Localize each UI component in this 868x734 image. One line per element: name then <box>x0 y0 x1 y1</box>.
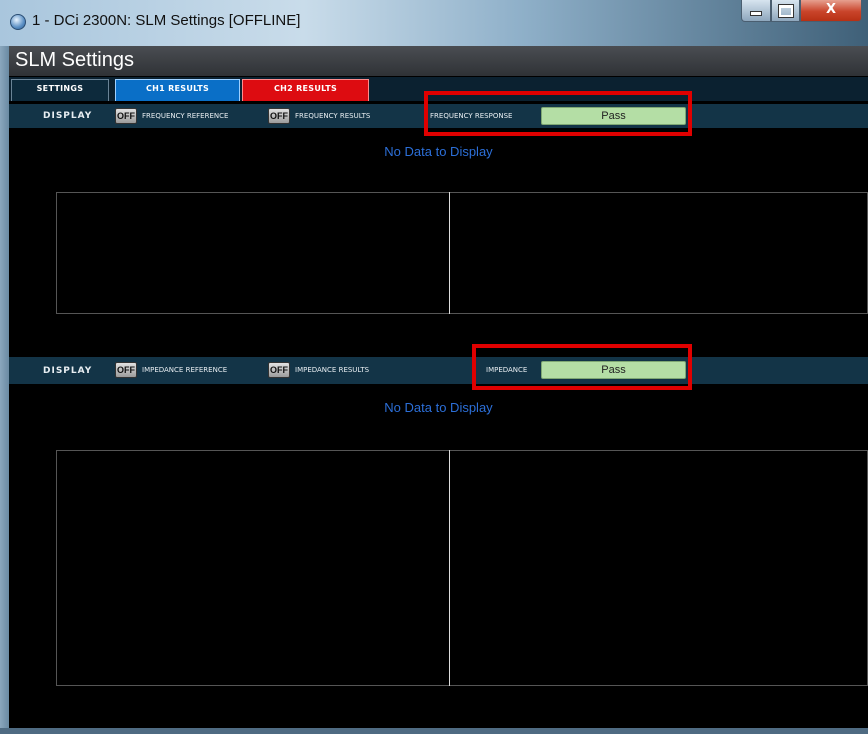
frequency-no-data-message: No Data to Display <box>384 144 493 159</box>
frequency-results-toggle[interactable]: OFF <box>268 108 290 124</box>
frequency-response-highlight <box>424 91 692 136</box>
impedance-highlight <box>472 344 692 390</box>
impedance-results-toggle[interactable]: OFF <box>268 362 290 378</box>
page-title: SLM Settings <box>15 49 134 71</box>
impedance-results-label: IMPEDANCE RESULTS <box>295 366 370 374</box>
title-bar[interactable]: 1 - DCi 2300N: SLM Settings [OFFLINE] X <box>0 0 868 46</box>
display-label: DISPLAY <box>43 111 93 121</box>
frequency-results-label: FREQUENCY RESULTS <box>295 112 371 120</box>
frequency-reference-label: FREQUENCY REFERENCE <box>142 112 229 120</box>
close-button[interactable]: X <box>800 0 862 22</box>
impedance-plot-divider <box>449 450 450 686</box>
display-label: DISPLAY <box>43 366 93 376</box>
app-area: SLM Settings SETTINGS CH1 RESULTS CH2 RE… <box>9 46 868 728</box>
tab-ch2-results[interactable]: CH2 RESULTS <box>242 79 369 101</box>
maximize-button[interactable] <box>771 0 800 22</box>
app-icon[interactable] <box>10 14 26 30</box>
impedance-no-data-message: No Data to Display <box>384 400 493 415</box>
impedance-reference-toggle[interactable]: OFF <box>115 362 137 378</box>
close-icon: X <box>825 2 837 17</box>
frequency-plot-divider <box>449 192 450 314</box>
window-bottom-border <box>0 728 868 734</box>
impedance-display-bar: DISPLAY OFF IMPEDANCE REFERENCE OFF IMPE… <box>9 357 868 384</box>
window-left-border <box>0 46 9 728</box>
window-title: 1 - DCi 2300N: SLM Settings [OFFLINE] <box>32 12 301 29</box>
tab-ch1-results[interactable]: CH1 RESULTS <box>115 79 240 101</box>
minimize-icon <box>750 11 762 16</box>
maximize-icon <box>777 4 794 18</box>
minimize-button[interactable] <box>741 0 771 22</box>
frequency-reference-toggle[interactable]: OFF <box>115 108 137 124</box>
frequency-plot <box>56 192 868 314</box>
impedance-reference-label: IMPEDANCE REFERENCE <box>142 366 228 374</box>
tab-settings[interactable]: SETTINGS <box>11 79 109 101</box>
app-header: SLM Settings <box>9 46 868 76</box>
impedance-plot <box>56 450 868 686</box>
